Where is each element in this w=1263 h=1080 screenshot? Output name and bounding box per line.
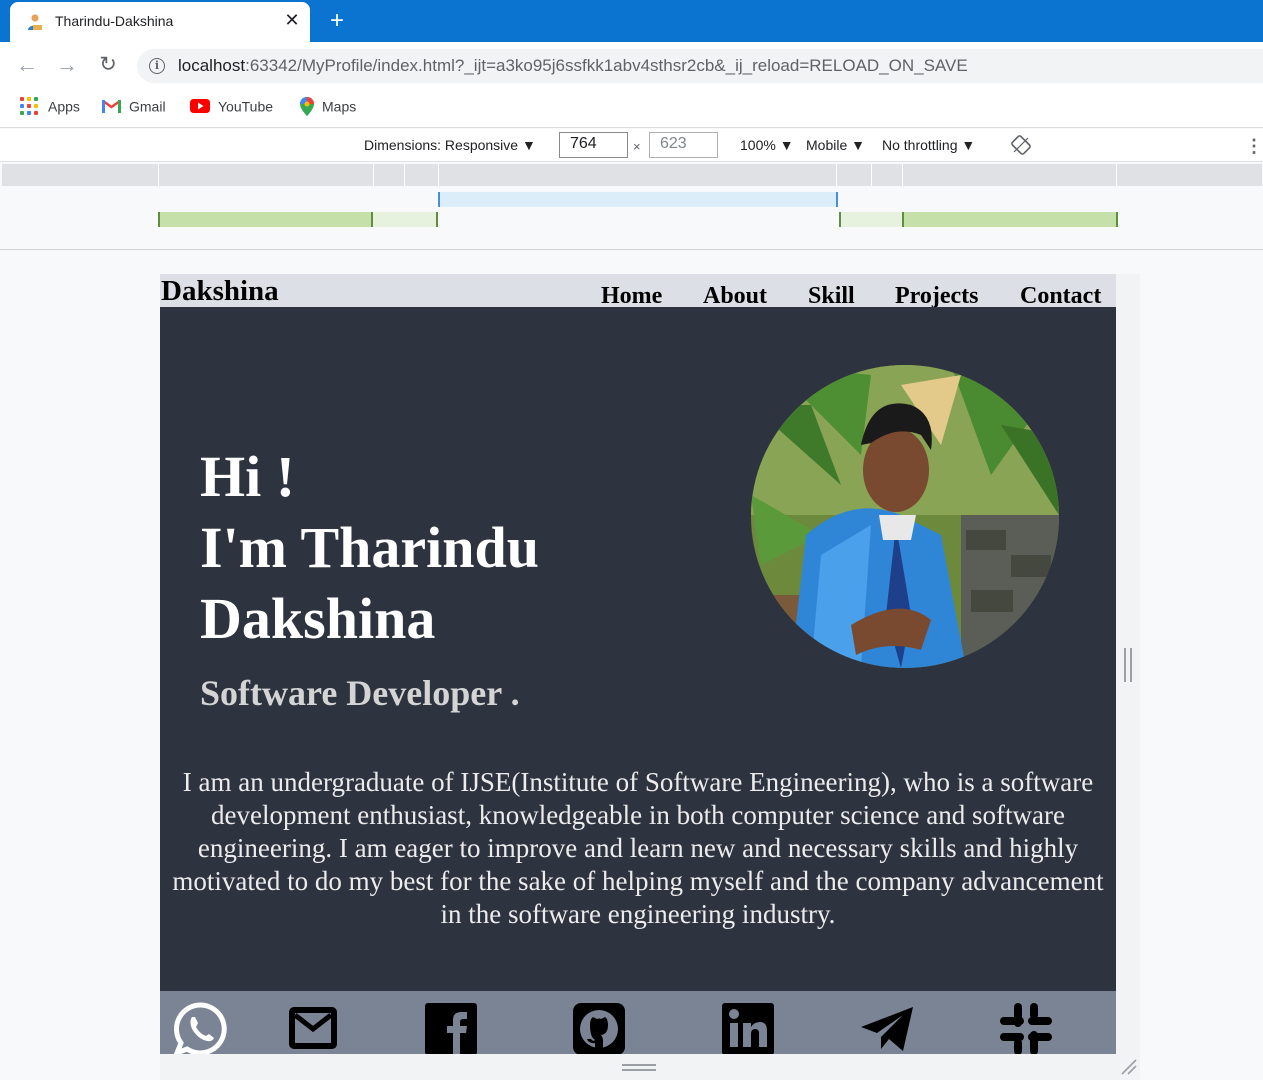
device-toolbar: Dimensions: Responsive ▼ 764 × 623 100% …: [0, 129, 1263, 162]
slack-icon[interactable]: [998, 1001, 1054, 1054]
emulated-viewport: Dakshina Home About Skill Projects Conta…: [160, 274, 1116, 1054]
site-brand[interactable]: Dakshina: [161, 276, 279, 306]
greeting-line-2: I'm Tharindu: [200, 515, 540, 580]
nav-about[interactable]: About: [703, 282, 767, 310]
back-arrow-icon[interactable]: ←: [14, 52, 40, 78]
min-width-media-query-left[interactable]: [158, 212, 373, 227]
bookmark-maps[interactable]: Maps: [300, 97, 356, 117]
url-text[interactable]: localhost:63342/MyProfile/index.html?_ij…: [178, 56, 968, 76]
linkedin-icon[interactable]: [720, 1001, 776, 1054]
dimensions-dropdown[interactable]: Dimensions: Responsive ▼: [364, 137, 536, 153]
maps-icon: [300, 97, 314, 116]
browser-tab[interactable]: Tharindu-Dakshina ✕: [10, 2, 310, 42]
nav-contact[interactable]: Contact: [1020, 282, 1101, 310]
bookmark-apps[interactable]: Apps: [20, 97, 80, 117]
site-info-icon[interactable]: i: [149, 58, 165, 74]
min-width-media-query-left-light[interactable]: [373, 212, 438, 227]
apps-grid-icon: [20, 97, 38, 116]
whatsapp-icon[interactable]: [173, 1001, 229, 1054]
forward-arrow-icon[interactable]: →: [54, 52, 80, 78]
dimension-separator: ×: [633, 139, 641, 154]
hero-section: Hi ! I'm Tharindu Dakshina Software Deve…: [160, 307, 1116, 991]
device-type-dropdown[interactable]: Mobile ▼: [806, 137, 865, 153]
browser-toolbar: ← → ↻ i localhost:63342/MyProfile/index.…: [0, 42, 1263, 88]
tab-title: Tharindu-Dakshina: [55, 13, 174, 29]
tab-strip: Tharindu-Dakshina ✕ +: [0, 0, 1263, 42]
new-tab-icon[interactable]: +: [325, 9, 349, 33]
social-links-bar: [160, 991, 1116, 1054]
greeting-line-3: Dakshina: [200, 586, 436, 651]
bookmark-label: Maps: [322, 98, 357, 115]
rotate-icon[interactable]: [1010, 134, 1032, 156]
more-options-icon[interactable]: ⋮: [1245, 135, 1263, 157]
email-icon[interactable]: [285, 1001, 341, 1054]
zoom-dropdown[interactable]: 100% ▼: [740, 137, 794, 153]
url-path: :63342/MyProfile/index.html?_ijt=a3ko95j…: [245, 56, 968, 75]
throttling-dropdown[interactable]: No throttling ▼: [882, 137, 975, 153]
github-icon[interactable]: [571, 1001, 627, 1054]
bookmark-label: Apps: [48, 98, 80, 115]
bookmark-label: YouTube: [218, 98, 274, 115]
viewport-corner-resize-icon[interactable]: [1120, 1058, 1138, 1076]
gmail-icon: [102, 100, 121, 114]
address-bar[interactable]: i localhost:63342/MyProfile/index.html?_…: [137, 49, 1263, 83]
telegram-icon[interactable]: [859, 1001, 915, 1054]
nav-skill[interactable]: Skill: [808, 282, 855, 310]
nav-home[interactable]: Home: [601, 282, 662, 310]
reload-icon[interactable]: ↻: [95, 52, 121, 78]
bookmarks-bar: Apps Gmail YouTube Maps: [0, 88, 1263, 128]
profile-photo: [751, 365, 1059, 668]
hero-bio: I am an undergraduate of IJSE(Institute …: [172, 767, 1104, 929]
height-input[interactable]: 623: [649, 132, 718, 158]
nav-projects[interactable]: Projects: [895, 282, 979, 310]
width-input[interactable]: 764: [559, 132, 628, 158]
close-tab-icon[interactable]: ✕: [282, 10, 302, 30]
url-host: localhost: [178, 56, 246, 75]
min-width-media-query-right-light[interactable]: [839, 212, 904, 227]
hero-greeting: Hi ! I'm Tharindu Dakshina: [200, 441, 539, 654]
youtube-icon: [190, 99, 210, 114]
max-width-media-query[interactable]: [438, 192, 838, 207]
media-query-ruler[interactable]: [2, 164, 1262, 186]
person-favicon-icon: [28, 14, 42, 30]
min-width-media-query-right[interactable]: [902, 212, 1118, 227]
bookmark-youtube[interactable]: YouTube: [190, 97, 273, 117]
viewport-bottom-resize-handle[interactable]: [622, 1064, 656, 1071]
greeting-line-1: Hi !: [200, 444, 296, 509]
viewport-resize-handle[interactable]: [1124, 648, 1132, 682]
hero-role: Software Developer .: [200, 673, 520, 713]
bookmark-label: Gmail: [129, 98, 166, 115]
facebook-icon[interactable]: [423, 1001, 479, 1054]
site-navbar: Dakshina Home About Skill Projects Conta…: [160, 274, 1116, 310]
media-query-bars: [0, 162, 1263, 250]
bookmark-gmail[interactable]: Gmail: [102, 97, 166, 117]
